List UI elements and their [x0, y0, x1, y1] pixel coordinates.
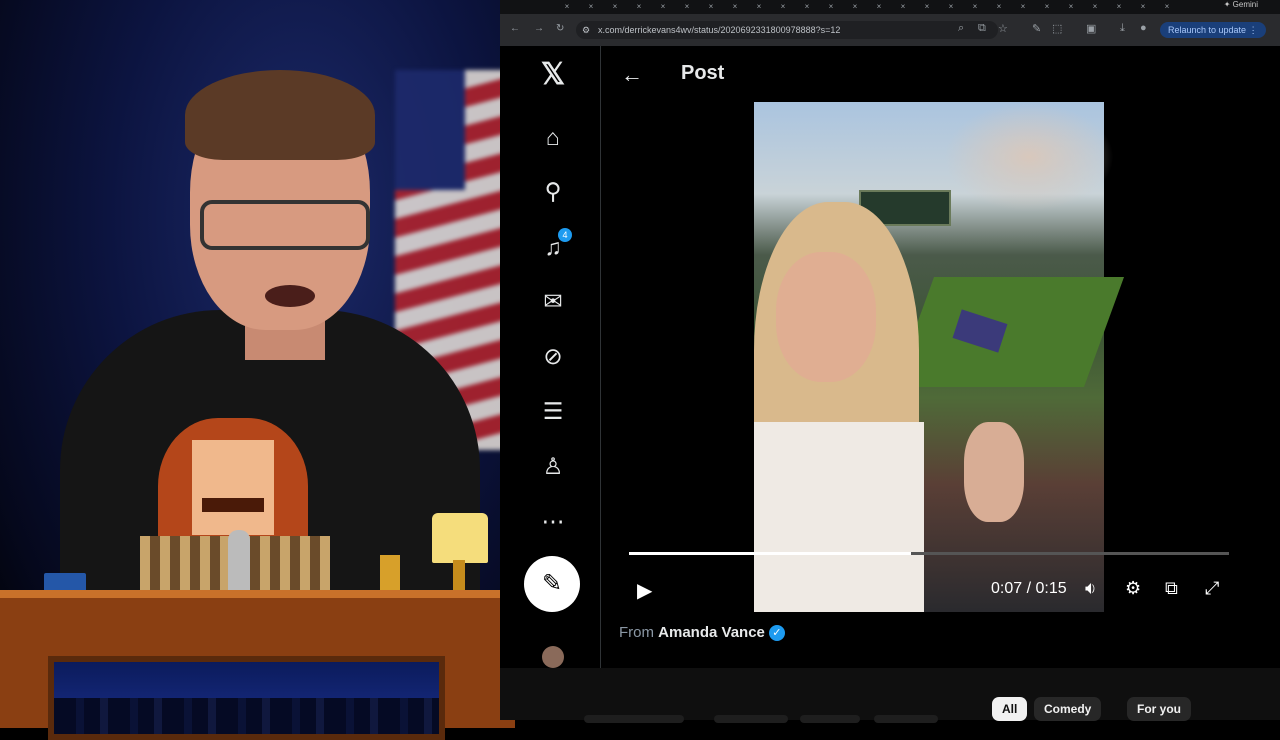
placeholder [714, 715, 788, 723]
x-site: 𝕏 ⌂ ⚲ ♫ 4 ✉ ⊘ ☰ ♙ ⋯ ✎ ← Post ▶ 0:07 / 0:… [500, 46, 1280, 668]
compose-post-button[interactable]: ✎ [524, 556, 580, 612]
pixel-skyline [48, 656, 445, 740]
reload-icon[interactable]: ↻ [556, 23, 564, 34]
tab-close-icon[interactable]: × [584, 1, 598, 13]
pixel-desk [0, 590, 515, 740]
tab-close-icon[interactable]: × [704, 1, 718, 13]
tab-close-icon[interactable]: × [1040, 1, 1054, 13]
woman-face [776, 252, 876, 382]
placeholder [874, 715, 938, 723]
forward-arrow-icon[interactable]: → [534, 23, 544, 34]
video-attribution: From Amanda Vance ✓ [619, 624, 785, 642]
settings-gear-icon[interactable]: ⚙ [1125, 578, 1141, 599]
chip-for-you[interactable]: For you [1127, 697, 1191, 721]
puzzle-icon[interactable]: ⬚ [1052, 22, 1062, 35]
tab-close-icon[interactable]: × [968, 1, 982, 13]
tab-close-icon[interactable]: × [1088, 1, 1102, 13]
hand [964, 422, 1024, 522]
back-arrow-icon[interactable]: ← [621, 62, 643, 88]
mail-icon[interactable]: ✉ [540, 288, 566, 314]
browser-window: ✦ Gemini × × × × × × × × × × × × × × × × × × × × × × × × × × ← → … [500, 0, 1280, 668]
tab-close-icon[interactable]: × [920, 1, 934, 13]
more-icon[interactable]: ⋯ [540, 508, 566, 534]
cast-icon[interactable]: ⧉ [978, 22, 986, 35]
tab-close-icon[interactable]: × [680, 1, 694, 13]
verified-badge-icon: ✓ [768, 625, 785, 642]
browser-toolbar: ← → ↻ ⚙ x.com/derrickevans4wv/status/202… [500, 14, 1280, 46]
bookmark-star-icon[interactable]: ☆ [998, 22, 1008, 35]
notification-badge: 4 [558, 228, 572, 242]
downloads-icon[interactable]: ⤓ [1120, 22, 1125, 35]
tab-close-icon[interactable]: × [944, 1, 958, 13]
chip-all[interactable]: All [992, 697, 1028, 721]
volume-icon[interactable]: 🔉︎ [1085, 578, 1096, 599]
sidepanel-icon[interactable]: ▣ [1086, 22, 1096, 35]
home-icon[interactable]: ⌂ [540, 124, 566, 150]
address-bar[interactable]: ⚙ x.com/derrickevans4wv/status/202069233… [576, 21, 998, 39]
gemini-button[interactable]: ✦ Gemini [1224, 0, 1258, 9]
tab-close-icon[interactable]: × [1136, 1, 1150, 13]
tab-close-icon[interactable]: × [608, 1, 622, 13]
profile-person-icon[interactable]: ♙ [540, 453, 566, 479]
video-frame [754, 102, 1125, 612]
relaunch-label: Relaunch to update [1168, 25, 1247, 35]
video-player[interactable]: ▶ 0:07 / 0:15 🔉︎ ⚙ ⧉ ⤢ [621, 102, 1239, 612]
placeholder [584, 715, 684, 723]
video-time: 0:07 / 0:15 [991, 580, 1067, 597]
play-icon[interactable]: ▶ [637, 578, 652, 603]
pixel-lamp-shade [432, 513, 488, 563]
url-text: x.com/derrickevans4wv/status/20206923318… [598, 25, 841, 35]
grok-icon[interactable]: ⊘ [540, 343, 566, 369]
tab-close-icon[interactable]: × [1016, 1, 1030, 13]
tab-close-icon[interactable]: × [1112, 1, 1126, 13]
video-progress-bar[interactable] [629, 552, 1229, 555]
tab-close-icon[interactable]: × [1160, 1, 1174, 13]
tab-close-icon[interactable]: × [992, 1, 1006, 13]
tab-close-icon[interactable]: × [752, 1, 766, 13]
notes-icon[interactable]: ☰ [540, 398, 566, 424]
from-username[interactable]: Amanda Vance [658, 624, 765, 641]
back-arrow-icon[interactable]: ← [510, 23, 520, 34]
site-info-icon[interactable]: ⚙ [582, 21, 590, 39]
x-sidebar: 𝕏 ⌂ ⚲ ♫ 4 ✉ ⊘ ☰ ♙ ⋯ ✎ [522, 46, 584, 668]
tab-close-icon[interactable]: × [632, 1, 646, 13]
smoke [944, 102, 1114, 212]
tab-close-icon[interactable]: × [656, 1, 670, 13]
youtube-chip-bar: All Comedy For you [500, 668, 1280, 723]
post-detail: ← Post ▶ 0:07 / 0:15 🔉︎ ⚙ ⧉ ⤢ From Amand… [601, 46, 1261, 668]
tab-close-icon[interactable]: × [1064, 1, 1078, 13]
relaunch-button[interactable]: Relaunch to update ⋮ [1160, 22, 1266, 38]
zoom-icon[interactable]: ⌕ [958, 22, 964, 35]
video-progress-fill [629, 552, 911, 555]
x-logo-icon[interactable]: 𝕏 [538, 60, 568, 90]
search-icon[interactable]: ⚲ [540, 178, 566, 204]
tab-close-icon[interactable]: × [800, 1, 814, 13]
tab-close-icon[interactable]: × [728, 1, 742, 13]
placeholder [800, 715, 860, 723]
tab-close-icon[interactable]: × [896, 1, 910, 13]
pip-icon[interactable]: ⧉ [1165, 578, 1178, 599]
stadium-field [893, 277, 1125, 387]
tab-close-icon[interactable]: × [824, 1, 838, 13]
tab-close-icon[interactable]: × [848, 1, 862, 13]
from-label: From [619, 624, 654, 641]
gemini-label: Gemini [1232, 0, 1258, 9]
tab-close-icon[interactable]: × [872, 1, 886, 13]
tab-close-icon[interactable]: × [560, 1, 574, 13]
fullscreen-icon[interactable]: ⤢ [1205, 578, 1219, 599]
extension-icon[interactable]: ✎ [1032, 22, 1041, 35]
account-avatar[interactable] [542, 646, 564, 668]
page-title: Post [681, 62, 725, 84]
tab-strip: ✦ Gemini × × × × × × × × × × × × × × × × × × × × × × × × × × [500, 0, 1280, 14]
chip-comedy[interactable]: Comedy [1034, 697, 1102, 721]
profile-icon[interactable]: ● [1140, 22, 1147, 34]
tab-close-icon[interactable]: × [776, 1, 790, 13]
video-controls: ▶ 0:07 / 0:15 🔉︎ ⚙ ⧉ ⤢ [621, 570, 1239, 610]
